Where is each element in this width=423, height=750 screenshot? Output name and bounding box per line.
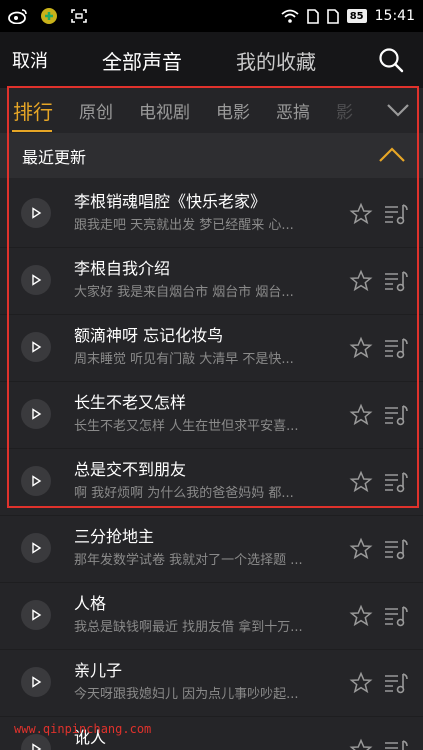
category-tab-ranking[interactable]: 排行: [0, 96, 66, 125]
play-icon[interactable]: [21, 667, 51, 697]
scan-icon: [70, 8, 88, 24]
list-item-text: 亲儿子 今天呀跟我媳妇儿 因为点儿事吵吵起...: [74, 660, 310, 704]
list-item-title: 人格: [74, 594, 107, 613]
star-icon[interactable]: [349, 269, 373, 293]
sim1-icon: [306, 8, 319, 24]
list-item-title: 总是交不到朋友: [74, 460, 187, 479]
status-bar-left: [8, 7, 88, 25]
category-tab-tv[interactable]: 电视剧: [126, 98, 203, 123]
list-item-title: 李根销魂唱腔《快乐老家》: [74, 192, 267, 211]
star-icon[interactable]: [349, 537, 373, 561]
list-item-text: 人格 我总是缺钱啊最近 找朋友借 拿到十万...: [74, 593, 310, 637]
add-to-playlist-icon[interactable]: [383, 268, 409, 294]
cancel-button[interactable]: 取消: [12, 47, 72, 73]
list-item-subtitle: 大家好 我是来自烟台市 烟台市 烟台...: [74, 285, 294, 300]
add-to-playlist-icon[interactable]: [383, 469, 409, 495]
status-bar: 85 15:41: [0, 0, 423, 32]
add-to-playlist-icon[interactable]: [383, 603, 409, 629]
tab-my-favorites[interactable]: 我的收藏: [236, 46, 316, 75]
section-recent-updates: 最近更新: [0, 133, 423, 178]
list-item-subtitle: 我总是缺钱啊最近 找朋友借 拿到十万...: [74, 620, 303, 635]
add-to-playlist-icon[interactable]: [383, 335, 409, 361]
list-item-text: 长生不老又怎样 长生不老又怎样 人生在世但求平安喜...: [74, 392, 310, 436]
chevron-down-icon[interactable]: [383, 98, 413, 122]
star-icon[interactable]: [349, 403, 373, 427]
list-item-text: 李根销魂唱腔《快乐老家》 跟我走吧 天亮就出发 梦已经醒来 心...: [74, 191, 310, 235]
sim2-icon: [326, 8, 339, 24]
list-item[interactable]: 李根自我介绍 大家好 我是来自烟台市 烟台市 烟台...: [0, 248, 423, 315]
play-icon[interactable]: [21, 466, 51, 496]
list-item-title: 额滴神呀 忘记化妆鸟: [74, 326, 224, 345]
list-item[interactable]: 长生不老又怎样 长生不老又怎样 人生在世但求平安喜...: [0, 382, 423, 449]
battery-level: 85: [346, 9, 367, 23]
play-icon[interactable]: [21, 734, 51, 750]
category-tab-movie[interactable]: 电影: [203, 98, 263, 123]
play-icon[interactable]: [21, 399, 51, 429]
clock: 15:41: [374, 8, 415, 24]
wifi-icon: [281, 9, 299, 23]
star-icon[interactable]: [349, 470, 373, 494]
search-icon[interactable]: [377, 46, 405, 74]
star-icon[interactable]: [349, 336, 373, 360]
play-icon[interactable]: [21, 600, 51, 630]
sound-list: 李根销魂唱腔《快乐老家》 跟我走吧 天亮就出发 梦已经醒来 心... 李根自我介…: [0, 181, 423, 750]
tab-all-sounds[interactable]: 全部声音: [102, 46, 182, 75]
app-icon: [40, 7, 58, 25]
watermark-text: www.qinpinchang.com: [14, 722, 152, 736]
list-item-text: 三分抢地主 那年发数学试卷 我就对了一个选择题 ...: [74, 526, 310, 570]
active-tab-indicator: [12, 130, 52, 132]
list-item[interactable]: 李根销魂唱腔《快乐老家》 跟我走吧 天亮就出发 梦已经醒来 心...: [0, 181, 423, 248]
add-to-playlist-icon[interactable]: [383, 737, 409, 750]
list-item[interactable]: 总是交不到朋友 啊 我好烦啊 为什么我的爸爸妈妈 都...: [0, 449, 423, 516]
play-icon[interactable]: [21, 332, 51, 362]
list-item-title: 三分抢地主: [74, 527, 155, 546]
header-tabs: 全部声音 我的收藏: [102, 46, 316, 75]
section-title: 最近更新: [22, 147, 87, 167]
star-icon[interactable]: [349, 738, 373, 750]
add-to-playlist-icon[interactable]: [383, 670, 409, 696]
list-item[interactable]: 人格 我总是缺钱啊最近 找朋友借 拿到十万...: [0, 583, 423, 650]
category-bar: 排行 原创 电视剧 电影 恶搞 影: [0, 88, 423, 132]
add-to-playlist-icon[interactable]: [383, 402, 409, 428]
list-item-title: 亲儿子: [74, 661, 123, 680]
add-to-playlist-icon[interactable]: [383, 201, 409, 227]
star-icon[interactable]: [349, 671, 373, 695]
weibo-icon: [8, 8, 28, 24]
list-item-text: 额滴神呀 忘记化妆鸟 周末睡觉 听见有门敲 大清早 不是快...: [74, 325, 310, 369]
top-header: 取消 全部声音 我的收藏: [0, 32, 423, 88]
chevron-up-icon[interactable]: [377, 145, 407, 165]
list-item[interactable]: 亲儿子 今天呀跟我媳妇儿 因为点儿事吵吵起...: [0, 650, 423, 717]
category-tab-partial[interactable]: 影: [323, 98, 360, 123]
play-icon[interactable]: [21, 533, 51, 563]
star-icon[interactable]: [349, 604, 373, 628]
category-tab-parody[interactable]: 恶搞: [263, 98, 323, 123]
list-item-subtitle: 周末睡觉 听见有门敲 大清早 不是快...: [74, 352, 294, 367]
list-item-title: 李根自我介绍: [74, 259, 171, 278]
play-icon[interactable]: [21, 198, 51, 228]
list-item-subtitle: 那年发数学试卷 我就对了一个选择题 ...: [74, 553, 303, 568]
list-item[interactable]: 三分抢地主 那年发数学试卷 我就对了一个选择题 ...: [0, 516, 423, 583]
list-item-subtitle: 今天呀跟我媳妇儿 因为点儿事吵吵起...: [74, 687, 299, 702]
star-icon[interactable]: [349, 202, 373, 226]
list-item-title: 长生不老又怎样: [74, 393, 187, 412]
play-icon[interactable]: [21, 265, 51, 295]
list-item-subtitle: 跟我走吧 天亮就出发 梦已经醒来 心...: [74, 218, 294, 233]
list-item-text: 李根自我介绍 大家好 我是来自烟台市 烟台市 烟台...: [74, 258, 310, 302]
category-tabs: 排行 原创 电视剧 电影 恶搞 影: [0, 88, 360, 132]
list-item-subtitle: 啊 我好烦啊 为什么我的爸爸妈妈 都...: [74, 486, 294, 501]
category-tab-original[interactable]: 原创: [66, 98, 126, 123]
list-item[interactable]: 额滴神呀 忘记化妆鸟 周末睡觉 听见有门敲 大清早 不是快...: [0, 315, 423, 382]
status-bar-right: 85 15:41: [281, 8, 415, 24]
list-item-text: 总是交不到朋友 啊 我好烦啊 为什么我的爸爸妈妈 都...: [74, 459, 310, 503]
list-item-subtitle: 长生不老又怎样 人生在世但求平安喜...: [74, 419, 299, 434]
add-to-playlist-icon[interactable]: [383, 536, 409, 562]
